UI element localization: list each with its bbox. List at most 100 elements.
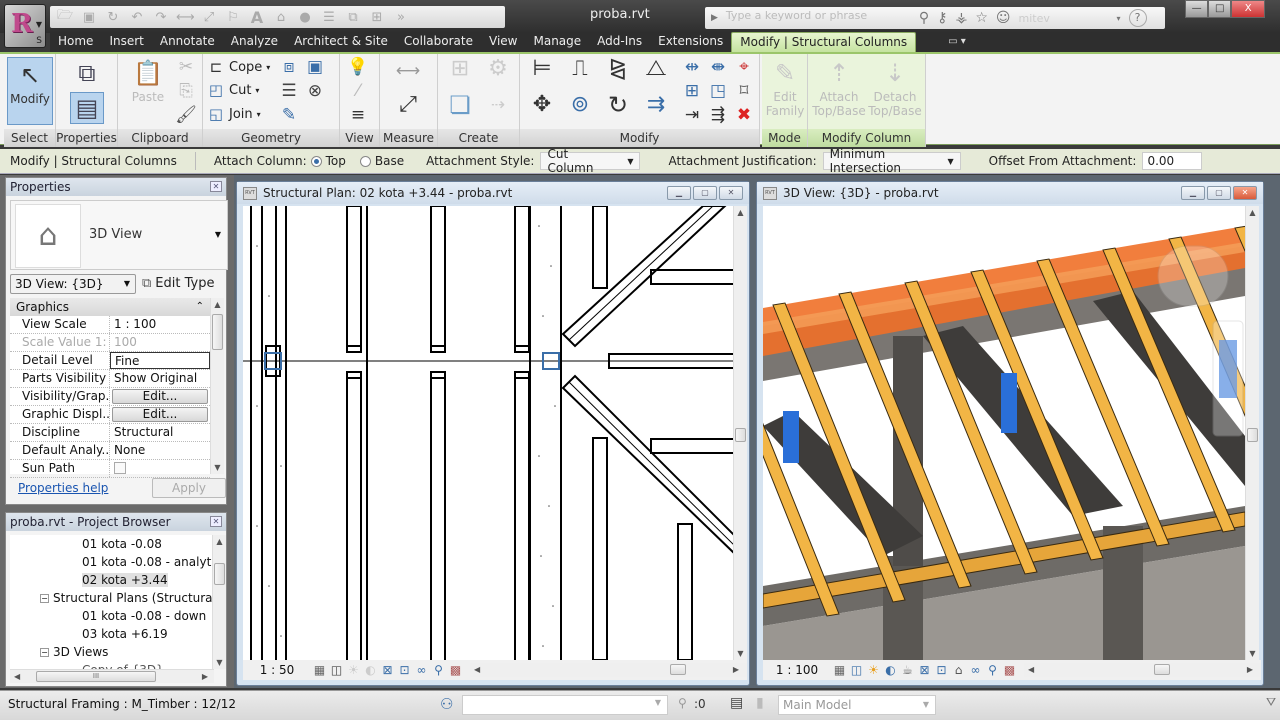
attachment-style-dropdown[interactable]: Cut Column ▼ bbox=[540, 147, 641, 175]
tab-view[interactable]: View bbox=[481, 32, 525, 52]
maximize-button[interactable]: ▢ bbox=[693, 186, 717, 200]
switch-windows-icon[interactable]: ⊞ bbox=[368, 10, 386, 25]
3d-model-drawing[interactable] bbox=[763, 206, 1245, 660]
tag-icon[interactable]: ⚐ bbox=[224, 10, 242, 25]
tab-collaborate[interactable]: Collaborate bbox=[396, 32, 481, 52]
save-icon[interactable]: ▣ bbox=[80, 10, 98, 25]
redo-icon[interactable]: ↷ bbox=[152, 10, 170, 25]
modify-button[interactable]: ↖ Modify bbox=[7, 57, 53, 125]
properties-help-link[interactable]: Properties help bbox=[18, 481, 108, 495]
group-graphics[interactable]: Graphics ⌃ bbox=[10, 298, 210, 316]
temporary-hide-icon[interactable]: ∞ bbox=[413, 663, 430, 677]
panel-label[interactable]: View bbox=[340, 129, 379, 147]
filter-icon[interactable]: ⚲ bbox=[678, 696, 687, 710]
help-icon[interactable]: ? bbox=[1128, 9, 1147, 27]
analytical-model-icon[interactable]: ▩ bbox=[447, 663, 464, 677]
collapse-icon[interactable]: − bbox=[40, 594, 49, 603]
split-element-icon[interactable]: ⇹ bbox=[680, 56, 704, 78]
view-scale[interactable]: 1 : 50 bbox=[243, 663, 311, 677]
detail-level-icon[interactable]: ▦ bbox=[311, 663, 328, 677]
close-button[interactable]: ✕ bbox=[1233, 186, 1257, 200]
detail-level-field[interactable]: Fine bbox=[110, 352, 210, 369]
cut-scissors-icon[interactable]: ✂ bbox=[174, 56, 198, 78]
split-with-gap-icon[interactable]: ⇼ bbox=[706, 56, 730, 78]
tab-insert[interactable]: Insert bbox=[101, 32, 151, 52]
design-options-icon[interactable]: ▤ bbox=[730, 695, 743, 711]
close-icon[interactable]: ✕ bbox=[210, 516, 222, 527]
project-browser-header[interactable]: proba.rvt - Project Browser ✕ bbox=[6, 513, 226, 531]
tree-folder[interactable]: −Structural Plans (Structural Plan) bbox=[10, 589, 214, 607]
minimize-button[interactable]: ▁ bbox=[1181, 186, 1205, 200]
panel-label[interactable]: Measure bbox=[380, 129, 437, 147]
scroll-right-icon[interactable]: ▶ bbox=[733, 663, 739, 676]
panel-label[interactable]: Modify bbox=[520, 129, 759, 147]
key-icon[interactable]: ⚷ bbox=[937, 10, 947, 26]
property-row[interactable]: Sun Path bbox=[10, 460, 210, 478]
reveal-hidden-icon[interactable]: ⚲ bbox=[430, 663, 447, 677]
demolish-icon[interactable]: ⊗ bbox=[303, 80, 327, 102]
panel-label[interactable]: Properties bbox=[56, 129, 117, 147]
close-icon[interactable]: ✕ bbox=[210, 181, 222, 192]
ribbon-minimize-toggle[interactable]: ▭ ▾ bbox=[940, 32, 974, 52]
tab-add-ins[interactable]: Add-Ins bbox=[589, 32, 650, 52]
tab-extensions[interactable]: Extensions bbox=[650, 32, 731, 52]
property-row[interactable]: Detail Level Fine bbox=[10, 352, 210, 370]
scroll-thumb[interactable] bbox=[1247, 428, 1258, 442]
plan-drawing[interactable] bbox=[243, 206, 733, 660]
attach-base-radio[interactable] bbox=[359, 155, 371, 167]
browser-vscrollbar[interactable]: ▲ ▼ bbox=[212, 535, 226, 669]
type-properties-button[interactable]: ⧉ bbox=[70, 56, 104, 88]
sun-path-off-icon[interactable]: ☀ bbox=[865, 663, 882, 677]
edit-family-button[interactable]: ✎ Edit Family bbox=[764, 56, 806, 118]
scroll-thumb[interactable] bbox=[735, 428, 746, 442]
plan-vscrollbar[interactable]: ▲ ▼ bbox=[733, 206, 747, 660]
section-icon[interactable]: ● bbox=[296, 10, 314, 25]
maximize-button[interactable]: □ bbox=[1208, 0, 1232, 18]
application-menu-button[interactable]: R ▼ S bbox=[4, 4, 46, 48]
match-type-icon[interactable]: 🖌 bbox=[174, 104, 198, 126]
scroll-thumb[interactable] bbox=[212, 314, 223, 350]
scroll-down-icon[interactable]: ▼ bbox=[213, 658, 226, 667]
mirror-draw-axis-icon[interactable]: ⧍ bbox=[640, 58, 672, 80]
property-row[interactable]: Visibility/Grap... Edit... bbox=[10, 388, 210, 406]
design-option-dropdown[interactable]: Main Model ▼ bbox=[778, 695, 936, 715]
trim-extend-corner-icon[interactable]: ⇉ bbox=[640, 94, 672, 116]
filter-funnel-icon[interactable]: ⛛ bbox=[1266, 695, 1276, 710]
close-button[interactable]: X bbox=[1231, 0, 1265, 18]
hide-in-view-icon[interactable]: ≡ bbox=[346, 104, 370, 126]
scroll-down-icon[interactable]: ▼ bbox=[1246, 649, 1259, 658]
tab-modify-structural-columns[interactable]: Modify | Structural Columns bbox=[731, 32, 917, 52]
text-icon[interactable]: A bbox=[248, 8, 266, 27]
create-assembly-icon[interactable]: ⊞ bbox=[444, 58, 476, 80]
detail-level-icon[interactable]: ▦ bbox=[831, 663, 848, 677]
light-bulb-icon[interactable]: 💡 bbox=[346, 56, 370, 78]
scroll-left-icon[interactable]: ◀ bbox=[474, 663, 480, 676]
show-crop-region-icon[interactable]: ⊡ bbox=[396, 663, 413, 677]
lock-3d-view-icon[interactable]: ⌂ bbox=[950, 663, 967, 677]
measure-between-icon[interactable]: ⟷ bbox=[390, 60, 426, 82]
dimension-icon[interactable]: ⤢ bbox=[390, 94, 426, 116]
user-icon[interactable]: ☺ bbox=[996, 10, 1011, 26]
visual-style-icon[interactable]: ◫ bbox=[328, 663, 345, 677]
tree-item-selected[interactable]: 02 kota +3.44 bbox=[10, 571, 214, 589]
plan-canvas[interactable] bbox=[243, 206, 733, 660]
property-row[interactable]: Discipline Structural bbox=[10, 424, 210, 442]
measure-icon[interactable]: ⟷ bbox=[176, 10, 195, 25]
close-button[interactable]: ✕ bbox=[719, 186, 743, 200]
tree-item[interactable]: 01 kota -0.08 - analytical bbox=[10, 553, 214, 571]
copy-element-icon[interactable]: ⊚ bbox=[564, 94, 596, 116]
scroll-right-icon[interactable]: ▶ bbox=[202, 670, 208, 683]
panel-label[interactable]: Mode bbox=[762, 129, 807, 147]
analytical-model-icon[interactable]: ▩ bbox=[1001, 663, 1018, 677]
properties-button[interactable]: ▤ bbox=[70, 92, 104, 124]
attach-base-label[interactable]: Base bbox=[375, 154, 404, 168]
properties-header[interactable]: Properties ✕ bbox=[6, 178, 226, 196]
property-row[interactable]: Default Analy... None bbox=[10, 442, 210, 460]
rotate-icon[interactable]: ↻ bbox=[602, 93, 634, 117]
properties-scrollbar[interactable]: ▲ ▼ bbox=[210, 298, 224, 474]
paste-button[interactable]: 📋 Paste bbox=[126, 56, 170, 104]
attach-top-label[interactable]: Top bbox=[326, 154, 346, 168]
edit-type-button[interactable]: ⧉ Edit Type bbox=[142, 274, 214, 294]
infocenter-search-input[interactable]: Type a keyword or phrase bbox=[726, 9, 911, 27]
satellite-icon[interactable]: ⚶ bbox=[955, 10, 967, 26]
